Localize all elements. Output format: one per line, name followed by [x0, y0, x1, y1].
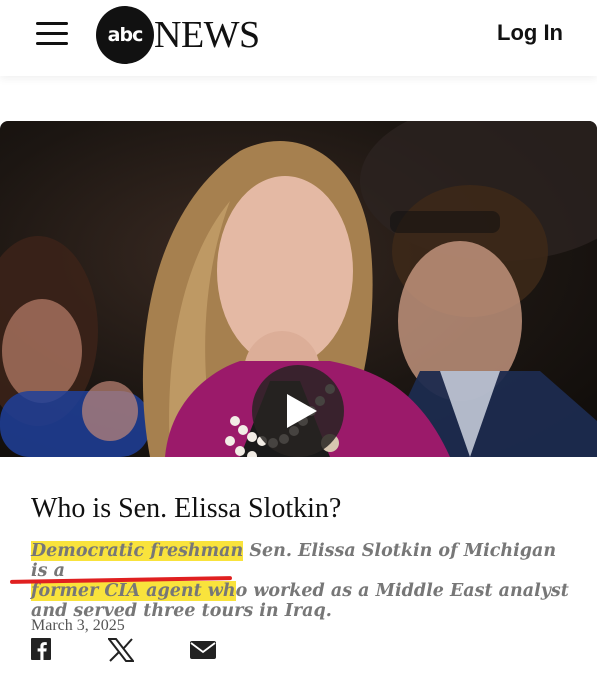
article-headline[interactable]: Who is Sen. Elissa Slotkin? [31, 493, 341, 525]
play-icon [287, 394, 317, 428]
email-icon[interactable] [190, 641, 216, 664]
site-header: abc NEWS Log In [0, 0, 597, 76]
logo-text: NEWS [154, 14, 260, 56]
logo-mark: abc [96, 6, 154, 64]
video-thumbnail[interactable] [0, 121, 597, 457]
highlighted-text-1: Democratic freshman [31, 541, 244, 561]
x-icon[interactable] [106, 638, 136, 667]
summary-text-2: o worked as a Middle East analyst [235, 581, 569, 601]
login-link[interactable]: Log In [497, 20, 563, 46]
abc-news-logo[interactable]: abc NEWS [96, 6, 260, 64]
play-button[interactable] [252, 365, 344, 457]
hamburger-menu-icon[interactable] [36, 22, 68, 46]
facebook-icon[interactable] [31, 638, 51, 665]
highlighted-text-2: former CIA agent wh [31, 581, 236, 601]
publish-date: March 3, 2025 [31, 617, 125, 634]
